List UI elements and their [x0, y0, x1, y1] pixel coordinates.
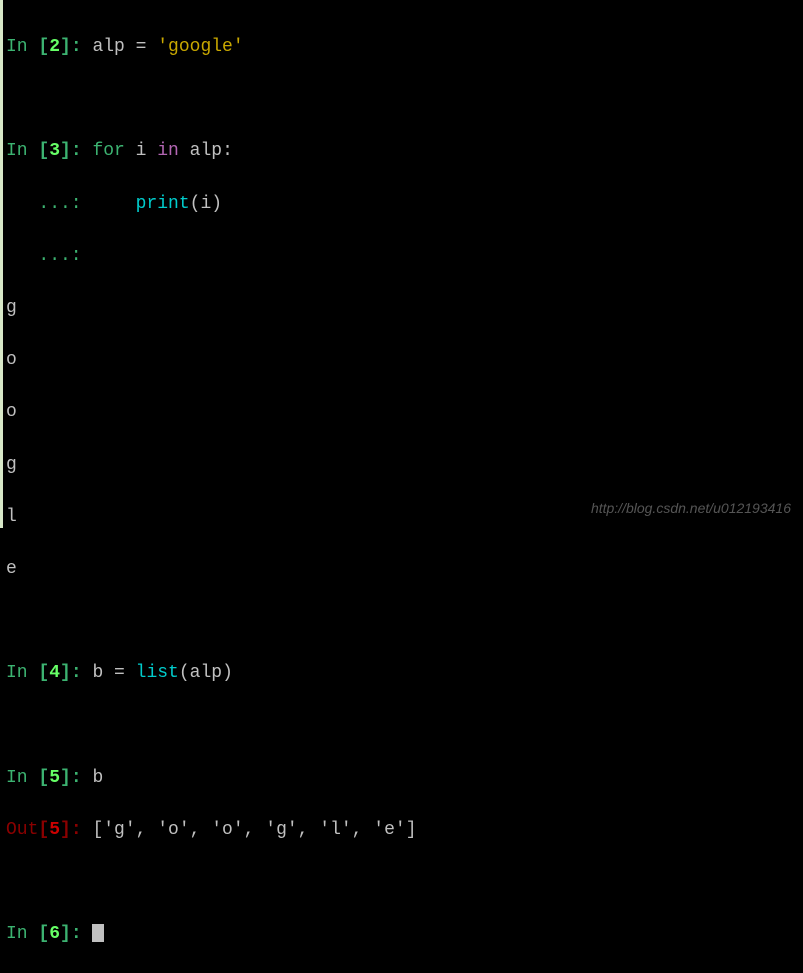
in-prompt-label: In: [6, 37, 38, 57]
bracket-open: [: [38, 663, 49, 683]
ipython-terminal[interactable]: In [2]: alp = 'google' In [3]: for i in …: [0, 8, 803, 973]
bracket-close: ]:: [60, 663, 92, 683]
output-line: o: [6, 399, 803, 425]
output-line: g: [6, 295, 803, 321]
out-prompt-number: 5: [49, 820, 60, 840]
input-line-2: In [2]: alp = 'google': [6, 34, 803, 60]
input-line-6: In [6]:: [6, 921, 803, 947]
out-prompt-label: Out: [6, 820, 38, 840]
code-variable: b: [92, 663, 103, 683]
in-prompt-label: In: [6, 924, 38, 944]
output-value: ['g', 'o', 'o', 'g', 'l', 'e']: [92, 820, 416, 840]
bracket-close: ]:: [60, 820, 92, 840]
continuation-line-1: ...: print(i): [6, 191, 803, 217]
bracket-close: ]:: [60, 768, 92, 788]
watermark-text: http://blog.csdn.net/u012193416: [591, 498, 791, 518]
output-line: g: [6, 452, 803, 478]
in-prompt-label: In: [6, 768, 38, 788]
in-prompt-label: In: [6, 141, 38, 161]
print-builtin: print: [136, 194, 190, 214]
output-line-5: Out[5]: ['g', 'o', 'o', 'g', 'l', 'e']: [6, 817, 803, 843]
continuation-prompt: ...:: [6, 194, 92, 214]
bracket-close: ]:: [60, 924, 92, 944]
call-args: (alp): [179, 663, 233, 683]
bracket-open: [: [38, 768, 49, 788]
in-prompt-number: 6: [49, 924, 60, 944]
bracket-open: [: [38, 37, 49, 57]
input-line-4: In [4]: b = list(alp): [6, 660, 803, 686]
cursor[interactable]: [92, 924, 104, 942]
code-expression: b: [92, 768, 103, 788]
bracket-close: ]:: [60, 141, 92, 161]
bracket-open: [: [38, 820, 49, 840]
bracket-open: [: [38, 141, 49, 161]
continuation-line-2: ...:: [6, 243, 803, 269]
output-line: o: [6, 347, 803, 373]
blank-line: [6, 869, 803, 895]
in-keyword: in: [157, 141, 179, 161]
code-string: 'google': [157, 37, 243, 57]
blank-line: [6, 608, 803, 634]
continuation-prompt: ...:: [6, 246, 92, 266]
print-args: (i): [190, 194, 222, 214]
in-prompt-number: 2: [49, 37, 60, 57]
indent: [92, 194, 135, 214]
blank-line: [6, 86, 803, 112]
code-operator: =: [103, 663, 135, 683]
code-variable: alp: [92, 37, 124, 57]
output-line: e: [6, 556, 803, 582]
loop-collection: alp:: [179, 141, 233, 161]
loop-variable: i: [125, 141, 157, 161]
left-margin-bar: [0, 0, 3, 528]
list-builtin: list: [136, 663, 179, 683]
for-keyword: for: [92, 141, 124, 161]
in-prompt-number: 4: [49, 663, 60, 683]
blank-line: [6, 713, 803, 739]
bracket-close: ]:: [60, 37, 92, 57]
bracket-open: [: [38, 924, 49, 944]
code-operator: =: [125, 37, 157, 57]
in-prompt-number: 3: [49, 141, 60, 161]
input-line-5: In [5]: b: [6, 765, 803, 791]
in-prompt-label: In: [6, 663, 38, 683]
input-line-3: In [3]: for i in alp:: [6, 138, 803, 164]
in-prompt-number: 5: [49, 768, 60, 788]
